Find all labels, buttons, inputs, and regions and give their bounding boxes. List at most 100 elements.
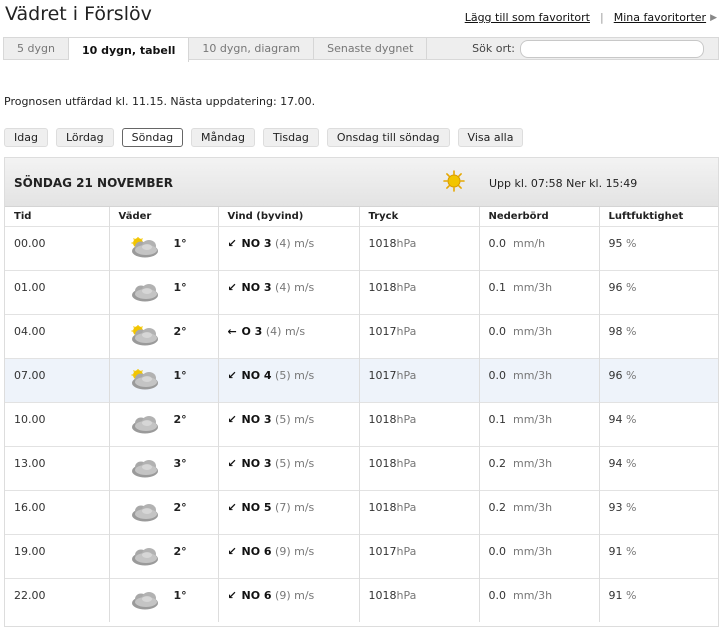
cell-humidity: 94 %: [599, 402, 719, 447]
day-button-tisdag[interactable]: Tisdag: [262, 128, 319, 147]
wind-direction: NO 3: [241, 457, 272, 470]
tab-10-dygn-tabell[interactable]: 10 dygn, tabell: [68, 38, 190, 62]
add-favorite-link[interactable]: Lägg till som favoritort: [465, 11, 590, 24]
precip-value: 0.0: [488, 369, 507, 382]
temperature: 2°: [173, 413, 187, 426]
cell-weather: 1°: [109, 578, 219, 622]
cell-weather: 1°: [109, 226, 219, 271]
precip-value: 0.1: [488, 413, 507, 426]
cell-pressure: 1018hPa: [359, 578, 480, 622]
pressure-unit: hPa: [396, 589, 417, 602]
wind-gust: (5): [275, 413, 291, 426]
cell-weather: 2°: [109, 402, 219, 447]
cell-wind: ↙ NO 3 (5) m/s: [218, 402, 360, 447]
cell-humidity: 98 %: [599, 314, 719, 359]
table-row: 16.00 2° ↙ NO 5 (7) m/s 1018hPa 0.2 mm/3h 93 %: [5, 490, 719, 535]
pressure-unit: hPa: [396, 369, 417, 382]
wind-unit: m/s: [294, 237, 315, 250]
wind-arrow-icon: ↙: [227, 369, 237, 382]
wind-direction: O 3: [241, 325, 263, 338]
humidity-unit: %: [626, 325, 637, 338]
wind-gust: (7): [275, 501, 291, 514]
humidity-unit: %: [626, 457, 637, 470]
cell-time: 04.00: [5, 314, 110, 359]
cell-humidity: 95 %: [599, 226, 719, 271]
day-selector: Idag Lördag Söndag Måndag Tisdag Onsdag …: [4, 128, 531, 147]
day-button-sondag[interactable]: Söndag: [121, 128, 184, 147]
cell-pressure: 1018hPa: [359, 402, 480, 447]
humidity-value: 93: [608, 501, 623, 514]
humidity-unit: %: [626, 589, 637, 602]
link-separator: |: [600, 11, 604, 24]
cell-time: 22.00: [5, 578, 110, 622]
cell-humidity: 91 %: [599, 534, 719, 579]
cloud-icon: [131, 504, 158, 522]
precip-value: 0.1: [488, 281, 507, 294]
pressure-unit: hPa: [396, 545, 417, 558]
wind-gust: (5): [275, 369, 291, 382]
cell-wind: ↙ NO 6 (9) m/s: [218, 534, 360, 579]
humidity-value: 94: [608, 413, 623, 426]
forecast-table: Tid Väder Vind (byvind) Tryck Nederbörd …: [5, 207, 719, 622]
search-area: Sök ort:: [472, 38, 718, 59]
sun-times: Upp kl. 07:58 Ner kl. 15:49: [489, 177, 638, 190]
pressure-unit: hPa: [396, 325, 417, 338]
wind-arrow-icon: ↙: [227, 237, 237, 250]
tab-10-dygn-diagram[interactable]: 10 dygn, diagram: [189, 38, 315, 59]
humidity-value: 91: [608, 589, 623, 602]
table-header: Tid Väder Vind (byvind) Tryck Nederbörd …: [5, 207, 719, 227]
day-button-lordag[interactable]: Lördag: [55, 128, 114, 147]
humidity-unit: %: [626, 413, 637, 426]
wind-arrow-icon: ↙: [227, 413, 237, 426]
cell-pressure: 1018hPa: [359, 270, 480, 315]
precip-unit: mm/3h: [513, 281, 553, 294]
my-favorites-link[interactable]: Mina favoritorter: [614, 11, 706, 24]
humidity-unit: %: [626, 281, 637, 294]
top-links: Lägg till som favoritort | Mina favorito…: [465, 11, 717, 24]
tab-senaste-dygnet[interactable]: Senaste dygnet: [314, 38, 428, 59]
precip-unit: mm/3h: [513, 325, 553, 338]
table-row: 04.00 2° ← O 3 (4) m/s 1017hPa 0.0 mm/3h 98 %: [5, 314, 719, 359]
precip-value: 0.2: [488, 457, 507, 470]
table-row: 22.00 1° ↙ NO 6 (9) m/s 1018hPa 0.0 mm/3h 91 %: [5, 578, 719, 622]
col-header-tryck: Tryck: [359, 207, 480, 227]
precip-value: 0.0: [488, 545, 507, 558]
cell-humidity: 93 %: [599, 490, 719, 535]
day-button-onsdag-till-sondag[interactable]: Onsdag till söndag: [326, 128, 450, 147]
cell-weather: 2°: [109, 314, 219, 359]
precip-value: 0.2: [488, 501, 507, 514]
wind-arrow-icon: ↙: [227, 501, 237, 514]
forecast-note: Prognosen utfärdad kl. 11.15. Nästa uppd…: [4, 95, 316, 108]
cell-wind: ↙ NO 3 (4) m/s: [218, 226, 360, 271]
day-button-idag[interactable]: Idag: [4, 128, 48, 147]
page-title: Vädret i Förslöv: [5, 3, 152, 25]
day-button-visa-alla[interactable]: Visa alla: [457, 128, 524, 147]
cell-time: 07.00: [5, 358, 110, 403]
cell-time: 01.00: [5, 270, 110, 315]
temperature: 2°: [173, 545, 187, 558]
tab-5-dygn[interactable]: 5 dygn: [4, 38, 69, 59]
table-row: 19.00 2° ↙ NO 6 (9) m/s 1017hPa 0.0 mm/3h 91 %: [5, 534, 719, 579]
sun-behind-cloud-icon: [131, 237, 158, 258]
triangle-right-icon[interactable]: ▶: [710, 13, 717, 23]
tab-bar: 5 dygn 10 dygn, tabell 10 dygn, diagram …: [3, 37, 719, 62]
cell-wind: ↙ NO 4 (5) m/s: [218, 358, 360, 403]
precip-unit: mm/3h: [513, 413, 553, 426]
pressure-value: 1017: [368, 545, 397, 558]
search-input[interactable]: [520, 39, 704, 58]
pressure-unit: hPa: [396, 413, 417, 426]
cell-precip: 0.1 mm/3h: [479, 270, 600, 315]
wind-direction: NO 3: [241, 413, 272, 426]
wind-direction: NO 6: [241, 545, 272, 558]
cloud-icon: [131, 592, 158, 610]
col-header-luftfuktighet: Luftfuktighet: [599, 207, 719, 227]
day-button-mandag[interactable]: Måndag: [191, 128, 255, 147]
wind-gust: (4): [265, 325, 282, 338]
col-header-vader: Väder: [109, 207, 219, 227]
temperature: 2°: [173, 325, 187, 338]
search-label: Sök ort:: [472, 42, 515, 55]
precip-unit: mm/3h: [513, 457, 553, 470]
col-header-vind: Vind (byvind): [218, 207, 360, 227]
cell-weather: 1°: [109, 358, 219, 403]
wind-arrow-icon: ←: [227, 325, 237, 338]
